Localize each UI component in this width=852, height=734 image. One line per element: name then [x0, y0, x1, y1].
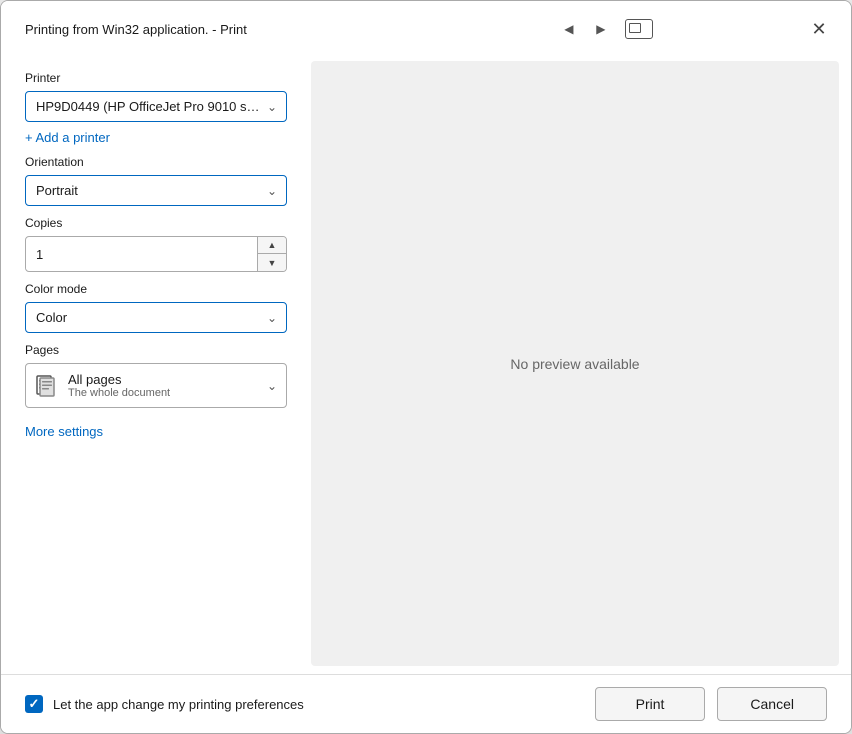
- nav-controls: ◀ ▶: [557, 17, 653, 41]
- copies-input[interactable]: [26, 240, 257, 269]
- nav-back-button[interactable]: ◀: [557, 17, 581, 41]
- pages-main-text: All pages: [68, 372, 170, 387]
- copies-decrement-button[interactable]: ▼: [258, 254, 286, 271]
- printer-select[interactable]: HP9D0449 (HP OfficeJet Pro 9010 s…: [25, 91, 287, 122]
- close-button[interactable]: ✕: [803, 13, 835, 45]
- add-printer-link[interactable]: + Add a printer: [25, 130, 287, 145]
- cancel-button[interactable]: Cancel: [717, 687, 827, 721]
- dialog-title: Printing from Win32 application. - Print: [25, 22, 247, 37]
- expand-button[interactable]: [625, 19, 653, 39]
- pages-text: All pages The whole document: [68, 372, 170, 399]
- checkbox-text: Let the app change my printing preferenc…: [53, 697, 304, 712]
- pages-custom-select[interactable]: All pages The whole document: [25, 363, 287, 408]
- pages-doc-icon: [36, 375, 56, 397]
- nav-forward-button[interactable]: ▶: [589, 17, 613, 41]
- checkbox-checked[interactable]: [25, 695, 43, 713]
- printer-label: Printer: [25, 71, 287, 85]
- main-content: Printer HP9D0449 (HP OfficeJet Pro 9010 …: [1, 53, 851, 674]
- more-settings-link[interactable]: More settings: [25, 424, 287, 439]
- pages-select-wrapper[interactable]: All pages The whole document ⌄: [25, 363, 287, 408]
- pages-sub-text: The whole document: [68, 387, 170, 399]
- printer-select-wrapper[interactable]: HP9D0449 (HP OfficeJet Pro 9010 s… ⌄: [25, 91, 287, 122]
- title-bar: Printing from Win32 application. - Print…: [1, 1, 851, 53]
- orientation-label: Orientation: [25, 155, 287, 169]
- bottom-bar: Let the app change my printing preferenc…: [1, 674, 851, 733]
- color-select-wrapper[interactable]: Color Black and White ⌄: [25, 302, 287, 333]
- print-dialog: Printing from Win32 application. - Print…: [0, 0, 852, 734]
- color-label: Color mode: [25, 282, 287, 296]
- copies-spinners: ▲ ▼: [257, 237, 286, 271]
- orientation-select-wrapper[interactable]: Portrait Landscape ⌄: [25, 175, 287, 206]
- color-select[interactable]: Color Black and White: [25, 302, 287, 333]
- checkbox-label[interactable]: Let the app change my printing preferenc…: [25, 695, 304, 713]
- left-panel: Printer HP9D0449 (HP OfficeJet Pro 9010 …: [1, 53, 311, 674]
- copies-increment-button[interactable]: ▲: [258, 237, 286, 254]
- print-button[interactable]: Print: [595, 687, 706, 721]
- bottom-buttons: Print Cancel: [595, 687, 827, 721]
- pages-label: Pages: [25, 343, 287, 357]
- preview-text: No preview available: [510, 356, 639, 372]
- copies-label: Copies: [25, 216, 287, 230]
- orientation-select[interactable]: Portrait Landscape: [25, 175, 287, 206]
- preview-panel: No preview available: [311, 61, 839, 666]
- copies-input-wrapper: ▲ ▼: [25, 236, 287, 272]
